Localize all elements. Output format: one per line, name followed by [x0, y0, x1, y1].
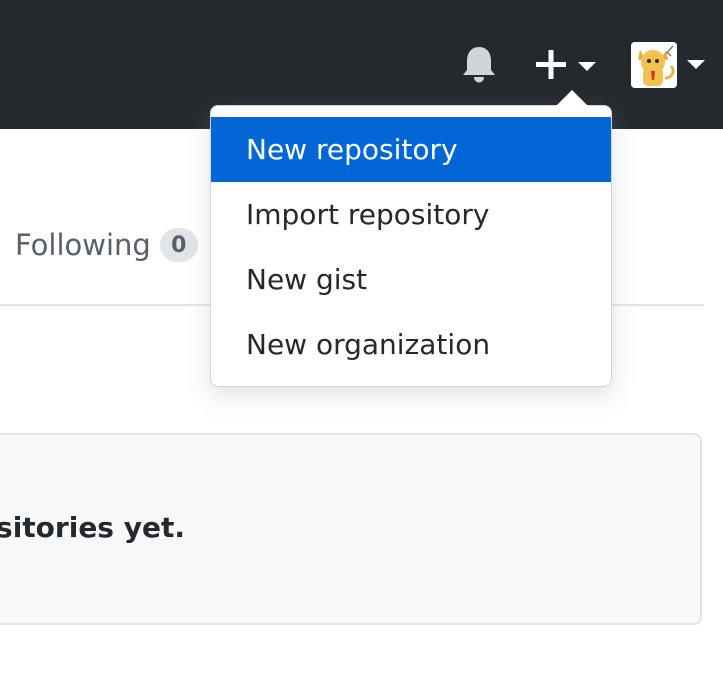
menu-item-import-repository[interactable]: Import repository [211, 182, 611, 247]
following-count-badge: 0 [159, 228, 198, 262]
create-new-dropdown-toggle[interactable] [533, 46, 599, 84]
caret-down-icon [578, 62, 596, 71]
create-new-dropdown-menu: New repository Import repository New gis… [210, 105, 612, 387]
bell-icon [463, 47, 495, 83]
user-menu-toggle[interactable] [631, 42, 709, 90]
menu-item-new-gist[interactable]: New gist [211, 247, 611, 312]
dropdown-caret [556, 90, 588, 106]
avatar [631, 42, 677, 88]
plus-icon [536, 50, 566, 79]
tab-following-label: Following [15, 228, 151, 262]
notifications-button[interactable] [461, 44, 497, 84]
empty-state-box: positories yet. [0, 433, 702, 625]
avatar-caret-down-icon [687, 60, 705, 69]
menu-item-new-organization[interactable]: New organization [211, 312, 611, 377]
menu-item-new-repository[interactable]: New repository [211, 117, 611, 182]
empty-state-message: positories yet. [0, 511, 185, 544]
tab-following[interactable]: Following 0 [15, 222, 198, 268]
